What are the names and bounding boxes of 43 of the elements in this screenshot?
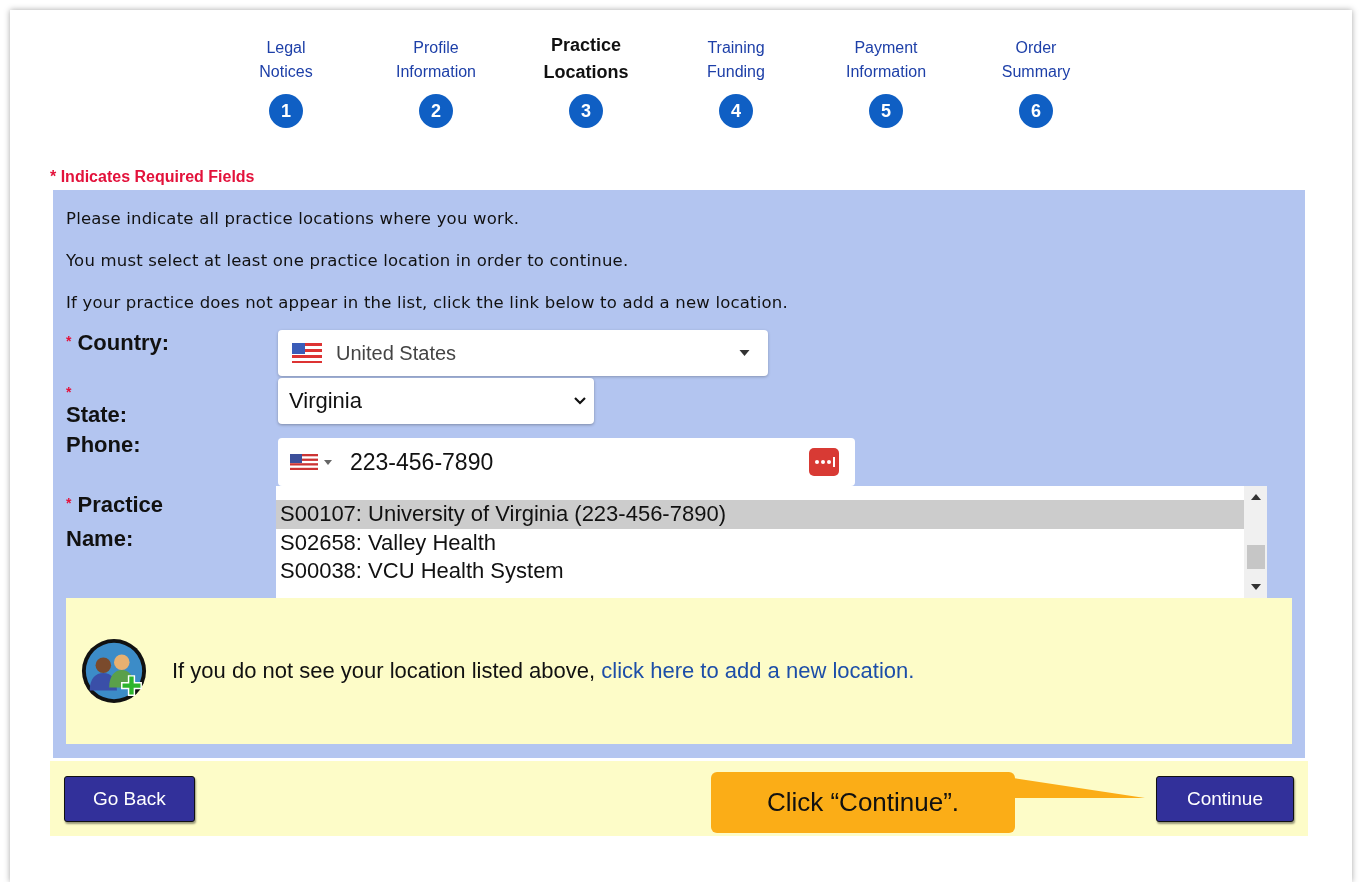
caret-icon (739, 350, 750, 356)
continue-button[interactable]: Continue (1155, 775, 1294, 822)
flag-icon (290, 454, 318, 470)
go-back-button[interactable]: Go Back (64, 775, 195, 822)
caret-icon (324, 459, 332, 465)
country-select[interactable]: United States (278, 330, 768, 376)
practice-option[interactable]: S00038: VCU Health System (276, 557, 1244, 586)
add-location-link[interactable]: click here to add a new location. (601, 658, 915, 683)
instruction-text: You must select at least one practice location in order to continue. (66, 250, 630, 272)
step-number[interactable]: 4 (719, 94, 753, 128)
step-label[interactable]: Training Funding (707, 36, 765, 86)
required-note: * Indicates Required Fields (50, 168, 256, 187)
scrollbar-thumb[interactable] (1246, 545, 1265, 569)
flag-icon (292, 343, 322, 363)
practice-option[interactable]: S00107: University of Virginia (223-456-7890) (276, 500, 1244, 529)
step-label[interactable]: Practice Locations (543, 32, 629, 86)
callout: Click “Continue”. (711, 772, 1015, 833)
step-number[interactable]: 5 (869, 94, 903, 128)
scrollbar[interactable] (1244, 486, 1267, 598)
field-label: * State: (66, 383, 128, 428)
practice-option[interactable]: S02658: Valley Health (276, 528, 1244, 557)
phone-field[interactable]: 223-456-7890 (278, 438, 855, 486)
step-number[interactable]: 2 (419, 94, 453, 128)
step-label[interactable]: Legal Notices (259, 36, 313, 86)
field-label: $^{*}$ Practice Name: (66, 491, 165, 553)
step-label[interactable]: Payment Information (846, 36, 926, 86)
practice-listbox[interactable]: S00107: University of Virginia (223-456-7890) S02658: Valley Health S00038: VCU Health System (276, 486, 1267, 598)
field-label: $^{*}$ Country: (66, 330, 170, 356)
scroll-up-icon[interactable] (1250, 494, 1261, 500)
instruction-text: If your practice does not appear in the list, click the link below to add a new location. (66, 292, 789, 314)
chevron-icon (574, 397, 586, 405)
add-user-icon[interactable] (80, 637, 148, 705)
step-number[interactable]: 1 (269, 94, 303, 128)
password-manager-icon[interactable] (809, 448, 839, 476)
step-label[interactable]: Order Summary (1001, 36, 1071, 86)
step-label[interactable]: Profile Information (395, 36, 476, 86)
field-label: Phone: (66, 432, 141, 458)
instruction-text: Please indicate all practice locations where you work. (66, 208, 521, 230)
step-number[interactable]: 3 (569, 94, 603, 128)
state-select[interactable]: Virginia (278, 378, 594, 424)
add-location-text: If you do not see your location listed above, click here to add a new location. (172, 658, 915, 684)
scroll-down-icon[interactable] (1250, 584, 1261, 590)
step-number[interactable]: 6 (1019, 94, 1053, 128)
